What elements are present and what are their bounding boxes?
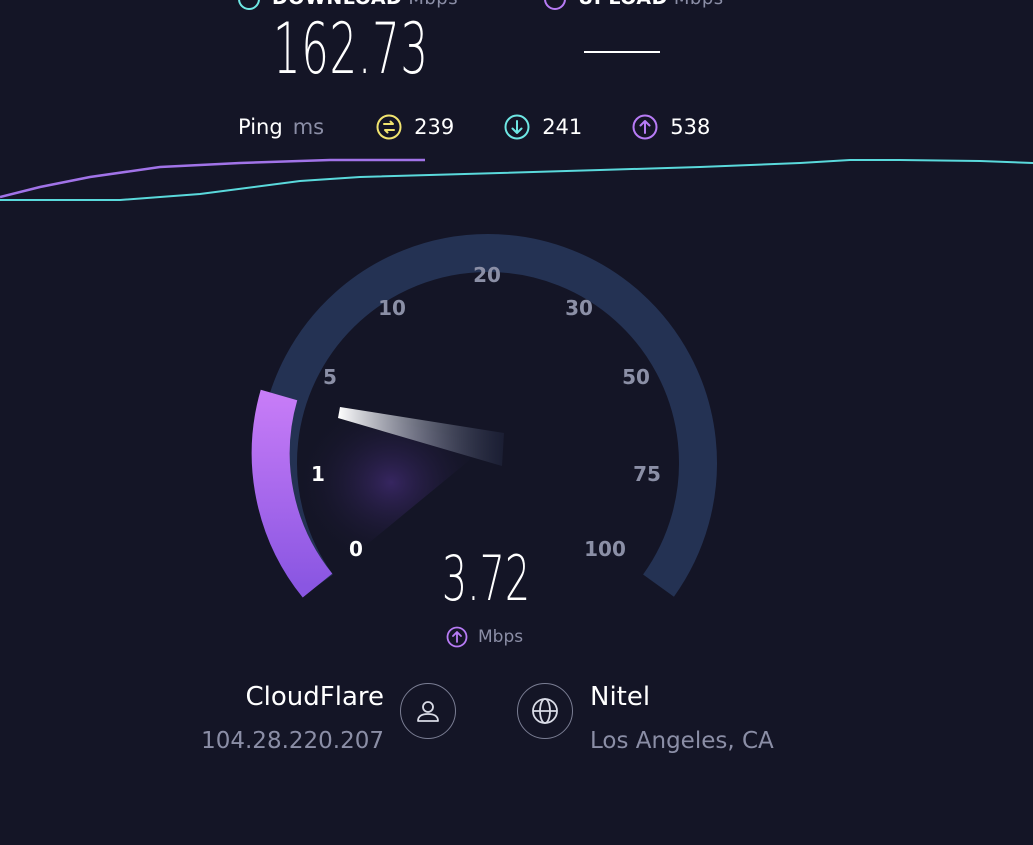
upload-arrow-icon bbox=[544, 0, 566, 10]
download-arrow-icon bbox=[238, 0, 260, 10]
ping-idle-value: 239 bbox=[414, 115, 455, 139]
gauge-label-5: 5 bbox=[323, 365, 337, 389]
ping-unit: ms bbox=[292, 115, 325, 139]
download-speed-value: 162.73 bbox=[273, 8, 429, 90]
server-name: Nitel bbox=[590, 682, 651, 712]
upload-arrow-icon bbox=[632, 114, 658, 140]
ping-download-value: 241 bbox=[542, 115, 583, 139]
change-server-button[interactable] bbox=[517, 683, 573, 739]
current-speed-value: 3.72 bbox=[441, 542, 531, 615]
ping-upload: 538 bbox=[632, 114, 710, 140]
ping-row: Ping ms 239 241 538 bbox=[238, 114, 760, 140]
provider-ip: 104.28.220.207 bbox=[201, 728, 384, 754]
upload-label: UPLOAD bbox=[578, 0, 668, 9]
gauge-label-75: 75 bbox=[633, 462, 661, 486]
current-speed-unit-row: Mbps bbox=[446, 626, 523, 648]
download-graph-line bbox=[0, 159, 1033, 201]
user-icon bbox=[417, 701, 439, 722]
gauge-label-0: 0 bbox=[349, 537, 363, 561]
gauge-label-20: 20 bbox=[473, 263, 501, 287]
ping-download: 241 bbox=[504, 114, 582, 140]
upload-arrow-icon bbox=[446, 626, 468, 648]
change-provider-button[interactable] bbox=[400, 683, 456, 739]
ping-label: Ping bbox=[238, 115, 283, 139]
ping-idle: 239 bbox=[376, 114, 454, 140]
gauge-label-100: 100 bbox=[584, 537, 626, 561]
upload-unit: Mbps bbox=[674, 0, 724, 9]
gauge-label-1: 1 bbox=[311, 462, 325, 486]
current-speed-unit: Mbps bbox=[478, 627, 524, 647]
ping-idle-icon bbox=[376, 114, 402, 140]
upload-speed-pending bbox=[584, 51, 660, 53]
gauge-label-30: 30 bbox=[565, 296, 593, 320]
globe-icon bbox=[532, 698, 558, 724]
server-location: Los Angeles, CA bbox=[590, 728, 774, 754]
download-arrow-icon bbox=[504, 114, 530, 140]
provider-name: CloudFlare bbox=[245, 682, 385, 712]
gauge-label-10: 10 bbox=[378, 296, 406, 320]
ping-upload-value: 538 bbox=[670, 115, 711, 139]
gauge-label-50: 50 bbox=[622, 365, 650, 389]
upload-header: UPLOAD Mbps bbox=[544, 0, 724, 10]
